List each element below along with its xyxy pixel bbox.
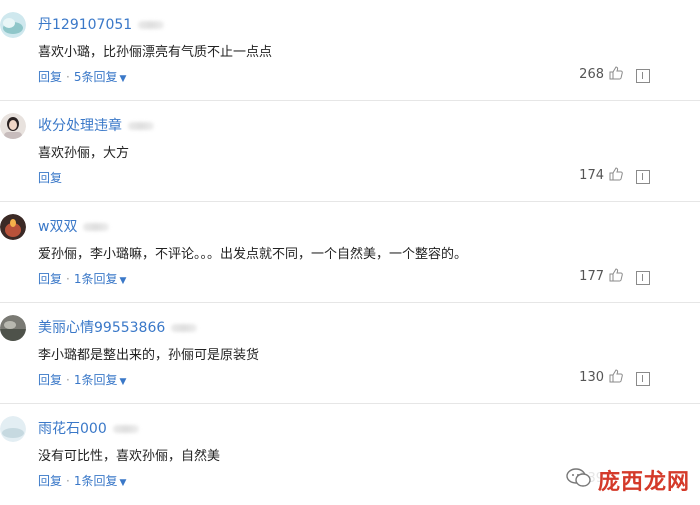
comment-username[interactable]: 收分处理违章 [38, 115, 154, 135]
like-count: 130 [579, 370, 604, 385]
comment-item: 丹129107051 喜欢小璐，比孙俪漂亮有气质不止一点点 回复 · 5条回复 ▼ 2… [0, 0, 700, 101]
comment-text: 喜欢孙俪，大方 [38, 146, 130, 161]
blurred-name-suffix [138, 21, 165, 29]
blurred-name-suffix [83, 223, 110, 231]
separator: · [66, 272, 70, 286]
view-replies-button[interactable]: 5条回复 ▼ [74, 70, 127, 84]
watermark-text: 庞西龙网 [597, 470, 690, 495]
like-count: 174 [579, 168, 604, 183]
view-replies-button[interactable]: 1条回复 ▼ [74, 272, 127, 286]
separator: · [66, 474, 70, 488]
comment-actions: 回复 · 1条回复 ▼ [38, 371, 126, 388]
comment-text: 爱孙俪，李小璐嘛，不评论。。。出发点就不同，一个自然美，一个整容的。 [38, 247, 468, 262]
comment-actions: 回复 · 1条回复 ▼ [38, 270, 126, 287]
chat-bubbles-icon [566, 467, 592, 493]
thumbs-up-icon[interactable] [608, 267, 624, 287]
comment-actions: 回复 [38, 169, 62, 186]
replies-count-label: 1条回复 [73, 373, 118, 387]
thumbs-up-icon[interactable] [608, 65, 624, 85]
sky-avatar-icon[interactable] [0, 416, 26, 442]
report-icon [636, 170, 650, 184]
view-replies-button[interactable]: 1条回复 ▼ [74, 373, 127, 387]
report-icon [636, 69, 650, 83]
comment-username[interactable]: 美丽心情99553866 [38, 317, 198, 337]
comment-username[interactable]: w双双 [38, 216, 110, 236]
chevron-down-icon: ▼ [119, 74, 127, 84]
comment-actions: 回复 · 5条回复 ▼ [38, 68, 126, 85]
view-replies-button[interactable]: 1条回复 ▼ [74, 474, 127, 488]
comment-item: 收分处理违章 喜欢孙俪，大方 回复 174 [0, 101, 700, 202]
site-watermark: 庞西龙网 [520, 458, 700, 502]
cloud-avatar-icon[interactable] [0, 12, 26, 38]
replies-count-label: 5条回复 [73, 70, 118, 84]
report-button[interactable] [632, 167, 652, 187]
photo-avatar-icon[interactable] [0, 315, 26, 341]
comment-text: 没有可比性，喜欢孙俪，自然美 [38, 449, 221, 464]
chevron-down-icon: ▼ [119, 377, 127, 387]
comment-item: 美丽心情99553866 李小璐都是整出来的，孙俪可是原装货 回复 · 1条回复 ▼ … [0, 303, 700, 404]
blurred-name-suffix [112, 425, 139, 433]
replies-count-label: 1条回复 [73, 474, 118, 488]
chevron-down-icon: ▼ [119, 478, 127, 488]
report-icon [636, 271, 650, 285]
blurred-name-suffix [171, 324, 198, 332]
report-button[interactable] [632, 268, 652, 288]
report-button[interactable] [632, 369, 652, 389]
reply-button[interactable]: 回复 [38, 474, 62, 488]
candle-avatar-icon[interactable] [0, 214, 26, 240]
woman-avatar-icon[interactable] [0, 113, 26, 139]
reply-button[interactable]: 回复 [38, 70, 62, 84]
reply-button[interactable]: 回复 [38, 272, 62, 286]
reply-button[interactable]: 回复 [38, 171, 62, 185]
comment-item: w双双 爱孙俪，李小璐嘛，不评论。。。出发点就不同，一个自然美，一个整容的。 回… [0, 202, 700, 303]
thumbs-up-icon[interactable] [608, 166, 624, 186]
separator: · [66, 70, 70, 84]
report-button[interactable] [632, 66, 652, 86]
comment-text: 李小璐都是整出来的，孙俪可是原装货 [38, 348, 260, 363]
comment-username[interactable]: 丹129107051 [38, 14, 165, 34]
comment-actions: 回复 · 1条回复 ▼ [38, 472, 126, 489]
report-icon [636, 372, 650, 386]
chevron-down-icon: ▼ [119, 276, 127, 286]
thumbs-up-icon[interactable] [608, 368, 624, 388]
like-count: 177 [579, 269, 604, 284]
comment-text: 喜欢小璐，比孙俪漂亮有气质不止一点点 [38, 45, 273, 60]
like-count: 268 [579, 67, 604, 82]
reply-button[interactable]: 回复 [38, 373, 62, 387]
separator: · [66, 373, 70, 387]
comment-username[interactable]: 雨花石000 [38, 418, 139, 438]
blurred-name-suffix [128, 122, 154, 130]
replies-count-label: 1条回复 [73, 272, 118, 286]
